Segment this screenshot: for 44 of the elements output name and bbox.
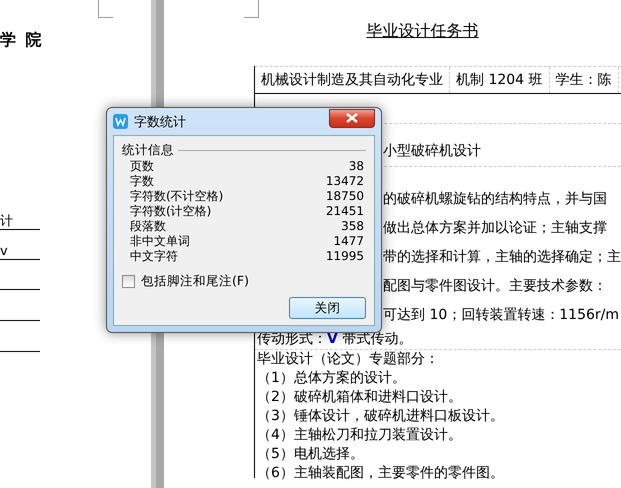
group-title: 统计信息 bbox=[122, 142, 174, 159]
body-text: （5）电机选择。 bbox=[256, 445, 365, 464]
stat-value: 1477 bbox=[333, 234, 364, 249]
document-title: 毕业设计任务书 bbox=[366, 21, 478, 40]
crop-mark bbox=[98, 0, 114, 18]
body-text: 做出总体方案并加以论证；主轴支撑 bbox=[383, 220, 607, 236]
body-text: 带的选择和计算，主轴的选择确定；主 bbox=[383, 249, 621, 265]
close-button[interactable] bbox=[329, 108, 375, 128]
stat-value: 18750 bbox=[326, 189, 364, 204]
table-cell: 学生：陈 bbox=[550, 67, 619, 93]
fill-in-line: v bbox=[0, 245, 40, 260]
body-text: 可达到 10；回转装置转速：1156r/m bbox=[383, 307, 620, 323]
body-text: （2）破碎机箱体和进料口设计。 bbox=[256, 388, 463, 407]
stat-label: 段落数 bbox=[130, 219, 166, 234]
stat-value: 21451 bbox=[326, 204, 364, 219]
stat-label: 字数 bbox=[130, 174, 154, 189]
stat-value: 13472 bbox=[326, 174, 364, 189]
stat-label: 中文字符 bbox=[130, 249, 178, 264]
stat-label: 非中文单词 bbox=[130, 234, 190, 249]
stat-value: 11995 bbox=[326, 249, 364, 264]
dialog-title: 字数统计 bbox=[134, 114, 187, 130]
stat-value: 358 bbox=[341, 219, 364, 234]
body-text: （4）主轴松刀和拉刀装置设计。 bbox=[256, 426, 463, 445]
app-icon bbox=[113, 114, 128, 129]
fill-in-line: 计 bbox=[0, 215, 40, 230]
body-text: 毕业设计（论文）专题部分： bbox=[256, 350, 440, 369]
checkbox-label[interactable]: 包括脚注和尾注(F) bbox=[141, 273, 249, 290]
stat-label: 字符数(不计空格) bbox=[130, 189, 224, 204]
stat-value: 38 bbox=[348, 159, 364, 174]
stat-label: 字符数(计空格) bbox=[130, 204, 212, 219]
close-icon bbox=[345, 113, 359, 123]
college-heading: 学 院 bbox=[0, 30, 44, 51]
topic-text: 小型破碎机设计 bbox=[383, 143, 481, 159]
body-text: （1）总体方案的设计。 bbox=[256, 369, 407, 388]
checkbox[interactable] bbox=[122, 275, 135, 288]
body-text: （6）主轴装配图，主要零件的零件图。 bbox=[256, 464, 505, 483]
body-text: 的破碎机螺旋钻的结构特点，并与国 bbox=[383, 191, 607, 207]
body-text: 配图与零件图设计。主要技术参数： bbox=[383, 278, 607, 294]
table-cell: 机制 1204 班 bbox=[450, 67, 550, 93]
body-text: （3）锤体设计，破碎机进料口板设计。 bbox=[256, 407, 505, 426]
table-cell: 机械设计制造及其自动化专业 bbox=[255, 67, 450, 93]
stat-label: 页数 bbox=[130, 159, 154, 174]
crop-mark bbox=[244, 0, 259, 18]
close-dialog-button[interactable]: 关闭 bbox=[289, 297, 366, 319]
